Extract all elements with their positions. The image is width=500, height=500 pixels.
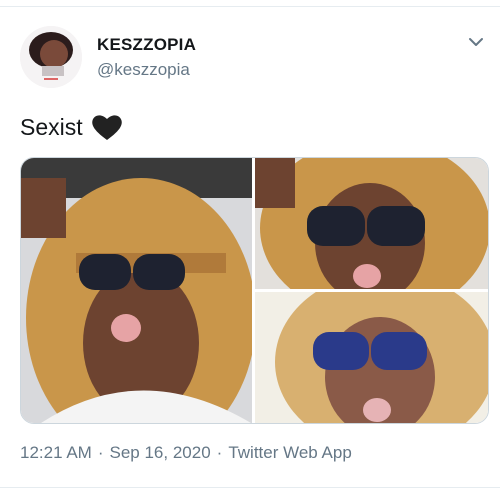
username-handle[interactable]: @keszzopia [97, 60, 190, 80]
avatar-image [20, 26, 82, 88]
bottom-divider [0, 487, 500, 488]
selfie-photo-2[interactable] [255, 158, 488, 289]
top-divider [0, 6, 500, 7]
tweet-metadata: 12:21 AM · Sep 16, 2020 · Twitter Web Ap… [20, 443, 352, 463]
selfie-photo-3[interactable] [255, 292, 488, 423]
meta-separator: · [97, 443, 104, 462]
selfie-photo-1[interactable] [21, 158, 252, 423]
meta-separator: · [216, 443, 223, 462]
chevron-down-icon[interactable] [466, 32, 486, 52]
tweet-time[interactable]: 12:21 AM [20, 443, 92, 463]
avatar[interactable] [20, 26, 82, 88]
tweet-body: Sexist [20, 113, 123, 141]
tweet-date[interactable]: Sep 16, 2020 [110, 443, 211, 463]
tweet-source[interactable]: Twitter Web App [228, 443, 351, 463]
media-grid [20, 157, 489, 424]
tweet-text: Sexist [20, 113, 83, 140]
black-heart-icon [91, 115, 122, 140]
display-name[interactable]: KESZZOPIA [97, 35, 196, 55]
